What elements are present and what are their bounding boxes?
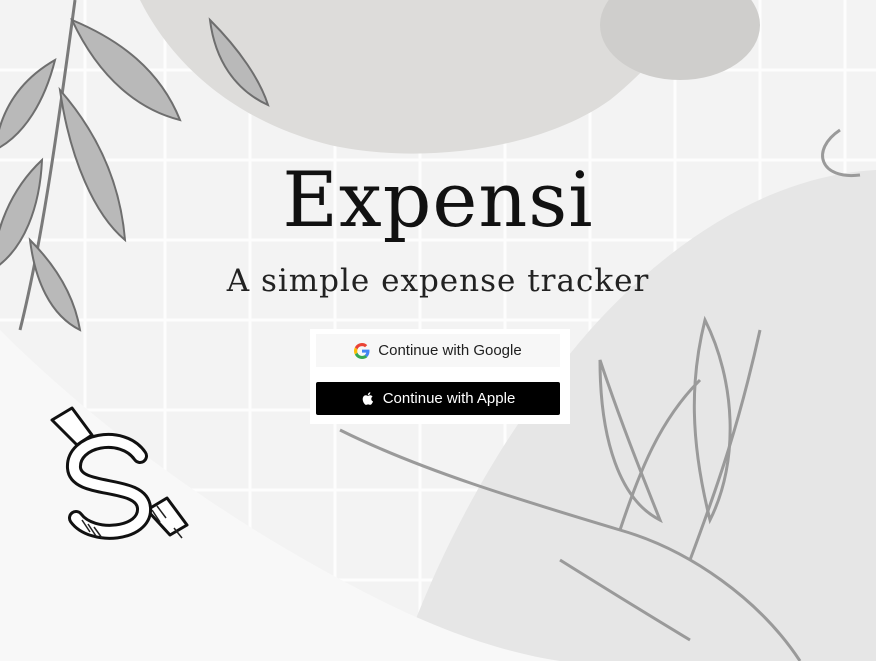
google-g-icon	[354, 342, 370, 359]
app-tagline: A simple expense tracker	[226, 263, 650, 299]
apple-button-label: Continue with Apple	[382, 390, 516, 407]
continue-with-apple-button[interactable]: Continue with Apple	[316, 382, 560, 415]
continue-with-google-button[interactable]: Continue with Google	[316, 334, 560, 367]
app-title: Expensi	[282, 155, 594, 244]
sign-in-panel: Continue with Google Continue with Apple	[310, 329, 570, 424]
apple-logo-icon	[361, 391, 377, 407]
google-button-label: Continue with Google	[378, 342, 522, 359]
